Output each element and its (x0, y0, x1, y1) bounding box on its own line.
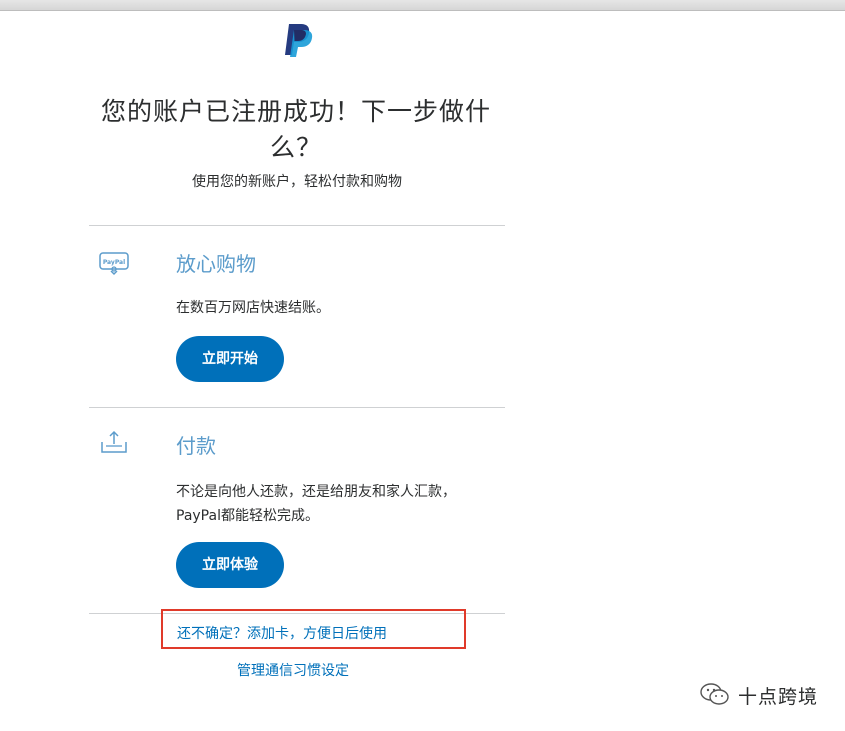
section-text-shop: 在数百万网店快速结账。 (176, 300, 330, 316)
paypal-logo-icon (285, 24, 313, 57)
send-money-icon (101, 430, 127, 453)
page-subtitle: 使用您的新账户，轻松付款和购物 (192, 174, 402, 190)
add-card-link[interactable]: 还不确定？添加卡，方便日后使用 (177, 623, 387, 643)
section-text-pay: 不论是向他人还款，还是给朋友和家人汇款，PayPal都能轻松完成。 (176, 484, 456, 524)
paypal-card-icon: PayPal (99, 252, 129, 276)
wechat-icon (700, 683, 729, 705)
svg-text:PayPal: PayPal (103, 259, 125, 266)
manage-preferences-link[interactable]: 管理通信习惯设定 (237, 660, 349, 680)
section-heading-pay: 付款 (176, 434, 216, 458)
divider (89, 407, 505, 408)
try-now-button[interactable]: 立即体验 (176, 542, 284, 588)
start-shopping-button[interactable]: 立即开始 (176, 336, 284, 382)
browser-top-bar (0, 0, 845, 11)
section-heading-shop: 放心购物 (176, 252, 256, 276)
watermark: 十点跨境 (700, 680, 818, 710)
page-title: 您的账户已注册成功！下一步做什么？ (100, 97, 491, 162)
divider (89, 225, 505, 226)
watermark-text: 十点跨境 (738, 685, 819, 708)
